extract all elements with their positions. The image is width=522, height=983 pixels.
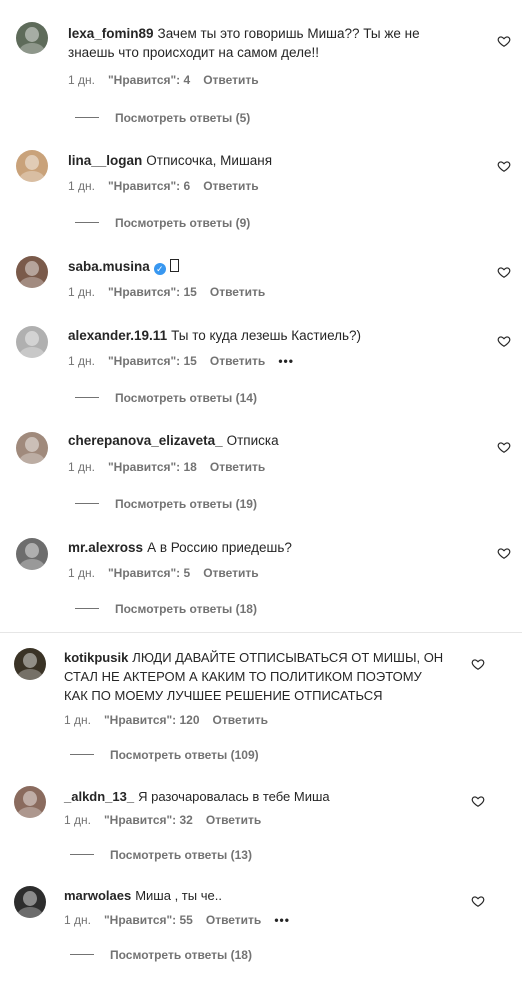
reply-button[interactable]: Ответить	[203, 73, 258, 87]
comment-meta: 1 дн. "Нравится": 18 Ответить	[68, 459, 278, 475]
avatar[interactable]	[14, 786, 46, 818]
comment-meta: 1 дн. "Нравится": 15 Ответить •••	[68, 353, 307, 369]
comment-text: mr.alexross А в Россию приедешь?	[68, 540, 292, 555]
more-options-icon[interactable]: •••	[278, 354, 294, 368]
reply-button[interactable]: Ответить	[206, 813, 261, 827]
comment-text: lina__logan Отписочка, Мишаня	[68, 153, 273, 168]
comment-likes[interactable]: "Нравится": 6	[108, 179, 190, 193]
comment-meta: 1 дн. "Нравится": 32 Ответить	[64, 812, 274, 828]
comment-username[interactable]: marwolaes	[64, 888, 131, 903]
comment-text: kotikpusik ЛЮДИ ДАВАЙТЕ ОТПИСЫВАТЬСЯ ОТ М…	[64, 650, 444, 703]
avatar[interactable]	[16, 538, 48, 570]
comments-screenshot: lexa_fomin89 Зачем ты это говоришь Миша??…	[0, 0, 522, 983]
comment-time[interactable]: 1 дн.	[64, 713, 91, 727]
section-divider	[0, 632, 522, 633]
heart-outline-icon[interactable]	[497, 546, 511, 560]
view-replies-button[interactable]: Посмотреть ответы (19)	[75, 496, 257, 512]
more-options-icon[interactable]: •••	[274, 913, 290, 927]
comment-text: cherepanova_elizaveta_ Отписка	[68, 433, 279, 448]
comment-likes[interactable]: "Нравится": 55	[104, 913, 193, 927]
comment-username[interactable]: mr.alexross	[68, 540, 143, 555]
comment-likes[interactable]: "Нравится": 15	[108, 354, 197, 368]
comment-time[interactable]: 1 дн.	[64, 913, 91, 927]
reply-button[interactable]: Ответить	[213, 713, 268, 727]
view-replies-button[interactable]: Посмотреть ответы (109)	[70, 747, 259, 763]
comment-username[interactable]: cherepanova_elizaveta_	[68, 433, 223, 448]
avatar[interactable]	[14, 886, 46, 918]
view-replies-button[interactable]: Посмотреть ответы (9)	[75, 215, 250, 231]
comment-meta: 1 дн. "Нравится": 6 Ответить	[68, 178, 272, 194]
comment-time[interactable]: 1 дн.	[68, 179, 95, 193]
reply-button[interactable]: Ответить	[210, 285, 265, 299]
heart-outline-icon[interactable]	[471, 894, 485, 908]
comment-likes[interactable]: "Нравится": 32	[104, 813, 193, 827]
comment-username[interactable]: kotikpusik	[64, 650, 128, 665]
comment-meta: 1 дн. "Нравится": 4 Ответить	[68, 72, 272, 88]
comment-likes[interactable]: "Нравится": 5	[108, 566, 190, 580]
reply-button[interactable]: Ответить	[210, 354, 265, 368]
comment-text: alexander.19.11 Ты то куда лезешь Кастиел…	[68, 328, 362, 343]
heart-outline-icon[interactable]	[471, 657, 485, 671]
comment-username[interactable]: saba.musina	[68, 259, 150, 274]
heart-outline-icon[interactable]	[497, 34, 511, 48]
comment-text: lexa_fomin89 Зачем ты это говоришь Миша??…	[68, 26, 420, 60]
comment-time[interactable]: 1 дн.	[68, 73, 95, 87]
reply-button[interactable]: Ответить	[203, 179, 258, 193]
reply-button[interactable]: Ответить	[203, 566, 258, 580]
comment-time[interactable]: 1 дн.	[68, 566, 95, 580]
comment-time[interactable]: 1 дн.	[64, 813, 91, 827]
avatar[interactable]	[16, 22, 48, 54]
comment-likes[interactable]: "Нравится": 4	[108, 73, 190, 87]
view-replies-button[interactable]: Посмотреть ответы (18)	[75, 601, 257, 617]
reply-button[interactable]: Ответить	[206, 913, 261, 927]
view-replies-button[interactable]: Посмотреть ответы (14)	[75, 390, 257, 406]
comment-meta: 1 дн. "Нравится": 120 Ответить	[64, 712, 281, 728]
heart-outline-icon[interactable]	[497, 440, 511, 454]
verified-badge-icon: ✓	[153, 263, 166, 275]
comment-username[interactable]: _alkdn_13_	[64, 789, 134, 804]
comment-likes[interactable]: "Нравится": 15	[108, 285, 197, 299]
view-replies-button[interactable]: Посмотреть ответы (5)	[75, 110, 250, 126]
comment-likes[interactable]: "Нравится": 120	[104, 713, 200, 727]
comment-time[interactable]: 1 дн.	[68, 460, 95, 474]
comment-text: marwolaes Миша , ты че..	[64, 888, 222, 903]
avatar[interactable]	[14, 648, 46, 680]
comment-username[interactable]: lexa_fomin89	[68, 26, 154, 41]
view-replies-button[interactable]: Посмотреть ответы (13)	[70, 847, 252, 863]
avatar[interactable]	[16, 256, 48, 288]
comment-meta: 1 дн. "Нравится": 5 Ответить	[68, 565, 272, 581]
emoji-glyph	[169, 259, 179, 272]
comment-username[interactable]: lina__logan	[68, 153, 142, 168]
comment-time[interactable]: 1 дн.	[68, 285, 95, 299]
avatar[interactable]	[16, 150, 48, 182]
comment-meta: 1 дн. "Нравится": 15 Ответить	[68, 284, 278, 300]
comment-username[interactable]: alexander.19.11	[68, 328, 167, 343]
heart-outline-icon[interactable]	[497, 334, 511, 348]
avatar[interactable]	[16, 326, 48, 358]
avatar[interactable]	[16, 432, 48, 464]
comment-text: saba.musina ✓	[68, 257, 468, 276]
comment-time[interactable]: 1 дн.	[68, 354, 95, 368]
comment-text: _alkdn_13_ Я разочаровалась в тебе Миша	[64, 789, 330, 804]
heart-outline-icon[interactable]	[497, 265, 511, 279]
heart-outline-icon[interactable]	[497, 159, 511, 173]
heart-outline-icon[interactable]	[471, 794, 485, 808]
comment-likes[interactable]: "Нравится": 18	[108, 460, 197, 474]
reply-button[interactable]: Ответить	[210, 460, 265, 474]
comment-meta: 1 дн. "Нравится": 55 Ответить •••	[64, 912, 303, 928]
view-replies-button[interactable]: Посмотреть ответы (18)	[70, 947, 252, 963]
